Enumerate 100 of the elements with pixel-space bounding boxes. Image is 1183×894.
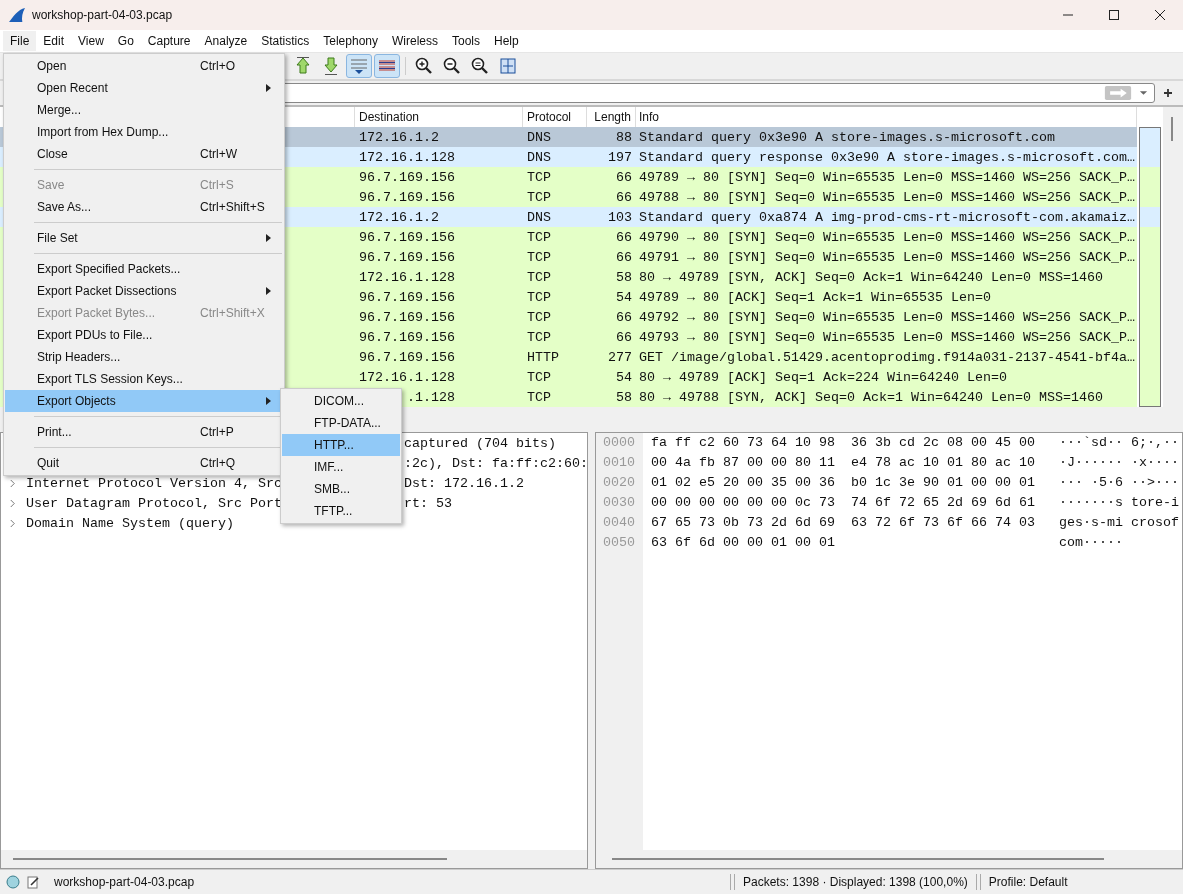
shortcut-label: Ctrl+Q [200, 455, 235, 472]
menu-title[interactable]: Analyze [197, 31, 255, 51]
table-cell-text: 66 [615, 309, 633, 325]
table-cell-text: 172.16.1.2 [358, 129, 440, 145]
menu-item[interactable]: HTTP... [282, 434, 400, 456]
menu-title[interactable]: Telephony [316, 31, 385, 51]
menu-title[interactable]: View [71, 31, 111, 51]
table-cell-text: Standard query 0xa874 A img-prod-cms-rt-microsoft-com.akamaiz… [638, 209, 1136, 225]
dropdown-caret-icon[interactable] [1139, 90, 1148, 96]
menu-item[interactable]: Open Ctrl+O [5, 55, 283, 77]
menu-title[interactable]: Tools [445, 31, 487, 51]
tree-item-text: :2c), Dst: fa:ff:c2:60: [404, 455, 588, 471]
table-cell-text: 80 → 49788 [SYN, ACK] Seq=0 Ack=1 Win=64240 Len=0 MSS=1460 [638, 389, 1104, 405]
table-cell-text: 66 [615, 329, 633, 345]
table-cell-text: 96.7.169.156 [358, 189, 456, 205]
hex-bytes: 67 65 73 0b 73 2d 6d 69 63 72 6f 73 6f 66 74 03 [651, 514, 1036, 532]
menu-item[interactable]: Export Objects [5, 390, 283, 412]
table-cell-text: Standard query response 0x3e90 A store-images.s-microsoft.com… [638, 149, 1136, 165]
menu-title[interactable]: Go [110, 31, 141, 51]
table-cell-text: TCP [526, 189, 552, 205]
menu-item[interactable]: TFTP... [282, 500, 400, 522]
table-cell-text: 80 → 49789 [ACK] Seq=1 Ack=224 Win=64240 Len=0 [638, 369, 1008, 385]
tree-item[interactable]: Internet Protocol Version 4, Src [26, 475, 282, 491]
striped-lines-icon[interactable] [374, 54, 400, 78]
table-cell-text: 49793 → 80 [SYN] Seq=0 Win=65535 Len=0 MSS=1460 WS=256 SACK_P… [638, 329, 1136, 345]
shortcut-label: Ctrl+Shift+X [200, 305, 265, 322]
menu-item[interactable]: Quit Ctrl+Q [5, 452, 283, 474]
table-cell-text: TCP [526, 369, 552, 385]
menu-item[interactable]: Strip Headers... [5, 346, 283, 368]
hex-bytes: 00 00 00 00 00 00 0c 73 74 6f 72 65 2d 69 6d 61 [651, 494, 1036, 512]
table-cell-text: 96.7.169.156 [358, 349, 456, 365]
table-cell-text: 54 [615, 289, 633, 305]
table-cell-text: TCP [526, 329, 552, 345]
table-cell-text: 96.7.169.156 [358, 329, 456, 345]
table-cell-text: 66 [615, 169, 633, 185]
table-cell-text: TCP [526, 289, 552, 305]
byte-offset: 0040 [603, 514, 636, 532]
menu-item[interactable]: Export PDUs to File... [5, 324, 283, 346]
table-cell-text: DNS [526, 149, 552, 165]
menu-title[interactable]: Help [487, 31, 526, 51]
ascii-bytes: ·J······ ·x···· [1059, 454, 1179, 472]
table-cell-text: 172.16.1.128 [358, 269, 456, 285]
hex-bytes: 63 6f 6d 00 00 01 00 01 [651, 534, 836, 552]
table-cell-text: 103 [607, 209, 633, 225]
table-cell-text: 88 [615, 129, 633, 145]
menu-item[interactable]: Merge... [5, 99, 283, 121]
collapsed-chevron-icon[interactable] [9, 498, 16, 508]
table-cell-text: HTTP [526, 349, 560, 365]
menu-item[interactable]: Open Recent [5, 77, 283, 99]
menu-item[interactable]: Print... Ctrl+P [5, 421, 283, 443]
ascii-bytes: ··· ·5·6 ··>··· [1059, 474, 1179, 492]
menu-title[interactable]: Wireless [385, 31, 445, 51]
packet-count: Packets: 1398 · Displayed: 1398 (100,0%) [742, 875, 969, 889]
shortcut-label: Ctrl+W [200, 146, 237, 163]
menu-title[interactable]: Statistics [254, 31, 317, 51]
table-cell-text: 58 [615, 389, 633, 405]
table-cell-text: DNS [526, 129, 552, 145]
menu-title[interactable]: Capture [140, 31, 198, 51]
status-file-name: workshop-part-04-03.pcap [54, 875, 196, 889]
menu-title[interactable]: Edit [36, 31, 72, 51]
menu-item[interactable]: IMF... [282, 456, 400, 478]
menu-item[interactable]: File Set [5, 227, 283, 249]
ascii-bytes: com····· [1059, 534, 1124, 552]
table-cell-text: TCP [526, 249, 552, 265]
menu-item[interactable]: SMB... [282, 478, 400, 500]
table-cell-text: 49789 → 80 [SYN] Seq=0 Win=65535 Len=0 MSS=1460 WS=256 SACK_P… [638, 169, 1136, 185]
table-cell-text: 58 [615, 269, 633, 285]
plus-icon[interactable] [1163, 88, 1173, 98]
tree-item[interactable]: Domain Name System (query) [26, 515, 234, 531]
table-cell-text: 80 → 49789 [SYN, ACK] Seq=0 Ack=1 Win=64240 Len=0 MSS=1460 [638, 269, 1104, 285]
table-cell-text: 96.7.169.156 [358, 169, 456, 185]
menu-title[interactable]: File [3, 31, 37, 51]
table-cell-text: 172.16.1.128 [358, 149, 456, 165]
menu-item[interactable]: FTP-DATA... [282, 412, 400, 434]
profile-label[interactable]: Profile: Default [986, 875, 1070, 889]
ascii-bytes: ges·s-mi crosof [1059, 514, 1179, 532]
menu-item[interactable]: Export TLS Session Keys... [5, 368, 283, 390]
window-title: workshop-part-04-03.pcap [32, 8, 173, 22]
horizontal-scrollbar[interactable] [596, 850, 1182, 868]
table-cell-text: 96.7.169.156 [358, 309, 456, 325]
table-cell-text: TCP [526, 169, 552, 185]
table-cell-text: 172.16.1.128 [358, 369, 456, 385]
table-cell-text: TCP [526, 269, 552, 285]
hex-bytes: 01 02 e5 20 00 35 00 36 b0 1c 3e 90 01 00 00 01 [651, 474, 1036, 492]
vertical-scrollbar[interactable] [1163, 107, 1183, 407]
table-cell-text: 49790 → 80 [SYN] Seq=0 Win=65535 Len=0 MSS=1460 WS=256 SACK_P… [638, 229, 1136, 245]
ascii-bytes: ···`sd·· 6;·,·· [1059, 434, 1179, 452]
table-cell-text: 49792 → 80 [SYN] Seq=0 Win=65535 Len=0 MSS=1460 WS=256 SACK_P… [638, 309, 1136, 325]
tree-item[interactable]: User Datagram Protocol, Src Port [26, 495, 282, 511]
table-cell-text: 49789 → 80 [ACK] Seq=1 Ack=1 Win=65535 Len=0 [638, 289, 992, 305]
table-cell-text: 66 [615, 229, 633, 245]
collapsed-chevron-icon[interactable] [9, 518, 16, 528]
table-cell-text: 66 [615, 189, 633, 205]
ascii-bytes: ·······s tore-i [1059, 494, 1179, 512]
table-cell-text: 172.16.1.2 [358, 209, 440, 225]
collapsed-chevron-icon[interactable] [9, 478, 16, 488]
edit-note-icon[interactable] [26, 875, 40, 889]
horizontal-scrollbar[interactable] [1, 850, 587, 868]
table-cell-text: GET /image/global.51429.acentoprodimg.f914a031-2137-4541-bf4a… [638, 349, 1136, 365]
status-circle-icon[interactable] [6, 875, 20, 889]
